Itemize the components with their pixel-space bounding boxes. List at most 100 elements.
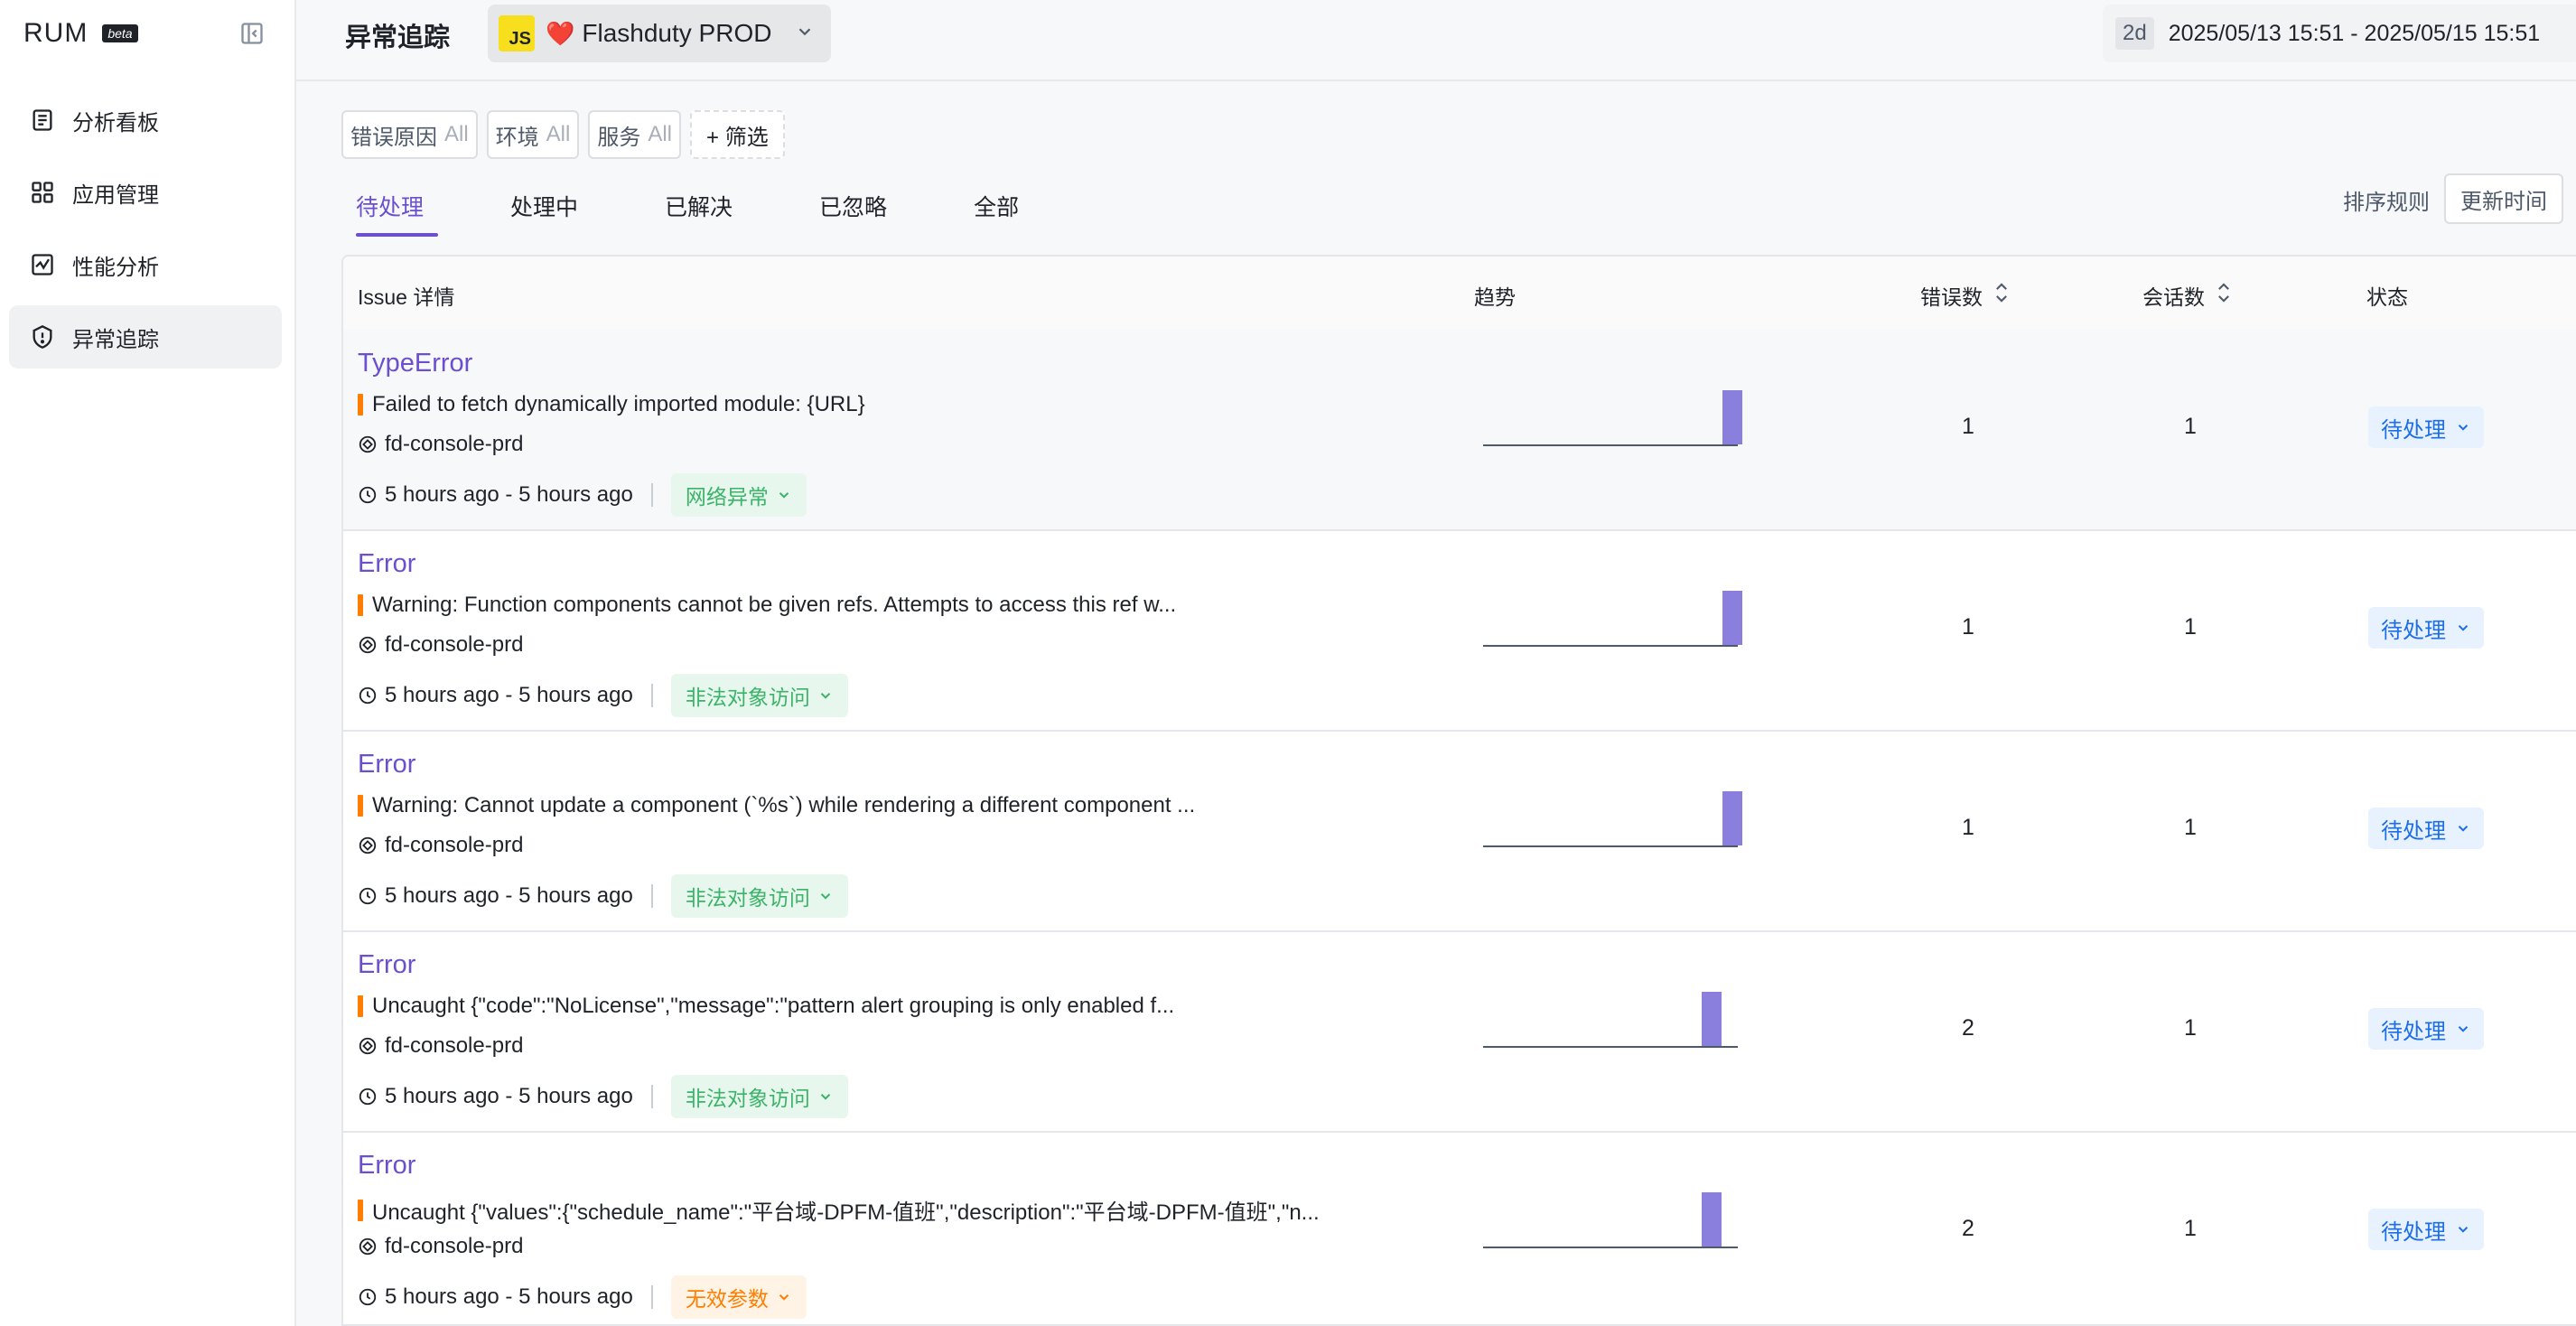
clock-icon	[358, 886, 378, 906]
error-category-tag[interactable]: 非法对象访问	[670, 1075, 848, 1118]
column-label: 错误数	[1920, 285, 1983, 309]
filter-environment[interactable]: 环境 All	[486, 110, 580, 159]
issue-message-text: Warning: Function components cannot be g…	[372, 593, 1177, 617]
trend-bar	[1702, 1192, 1722, 1247]
trend-sparkline	[1483, 784, 1742, 847]
time-range-picker[interactable]: 2d 2025/05/13 15:51 - 2025/05/15 15:51	[2103, 5, 2576, 62]
table-row[interactable]: Error Warning: Cannot update a component…	[343, 730, 2576, 932]
column-label: 状态	[2366, 285, 2408, 309]
issue-time: 5 hours ago - 5 hours ago 网络异常	[358, 473, 807, 517]
session-count: 1	[2184, 614, 2197, 640]
status-dropdown[interactable]: 待处理	[2368, 406, 2484, 448]
add-filter-button[interactable]: + 筛选	[690, 110, 785, 159]
tab-pending[interactable]: 待处理	[341, 177, 439, 237]
sidebar-item-dashboard[interactable]: 分析看板	[9, 89, 282, 152]
service-icon	[358, 1237, 378, 1256]
service-name: fd-console-prd	[385, 432, 524, 456]
performance-chart-icon	[27, 249, 58, 280]
issue-title[interactable]: Error	[358, 750, 415, 780]
service-name: fd-console-prd	[385, 1033, 524, 1058]
column-error-count[interactable]: 错误数	[1920, 280, 2010, 311]
tab-all[interactable]: 全部	[959, 177, 1033, 237]
shield-alert-icon	[27, 322, 58, 352]
issue-title[interactable]: TypeError	[358, 349, 472, 378]
error-category-tag[interactable]: 非法对象访问	[670, 674, 848, 717]
tab-in-progress[interactable]: 处理中	[496, 177, 593, 237]
issue-time: 5 hours ago - 5 hours ago 非法对象访问	[358, 1075, 848, 1118]
beta-badge: beta	[102, 24, 138, 42]
time-range-text: 2025/05/13 15:51 - 2025/05/15 15:51	[2168, 20, 2541, 46]
tab-ignored[interactable]: 已忽略	[805, 177, 901, 237]
error-count: 1	[1962, 815, 1974, 840]
sort-select[interactable]: 更新时间	[2444, 173, 2563, 224]
issue-message-text: Warning: Cannot update a component (`%s`…	[372, 793, 1196, 817]
chevron-down-icon	[817, 1088, 834, 1105]
column-label: 趋势	[1474, 285, 1516, 309]
chevron-down-icon	[776, 1289, 792, 1305]
filter-label: 服务	[597, 125, 641, 150]
filter-service[interactable]: 服务 All	[588, 110, 682, 159]
chevron-down-icon	[776, 487, 792, 503]
table-row[interactable]: Error Uncaught {"values":{"schedule_name…	[343, 1131, 2576, 1324]
sparkline-baseline	[1483, 645, 1738, 647]
service-icon	[358, 434, 378, 454]
sidebar-item-label: 应用管理	[72, 182, 159, 208]
clock-icon	[358, 1087, 378, 1107]
issue-title[interactable]: Error	[358, 950, 415, 980]
sidebar-nav: 分析看板 应用管理 性能分析 异常追踪	[9, 89, 282, 378]
app-name: Flashduty PROD	[582, 19, 772, 47]
filter-error-reason[interactable]: 错误原因 All	[341, 110, 478, 159]
sidebar-item-label: 性能分析	[72, 255, 159, 280]
sidebar: RUM beta 分析看板 应用管理 性能分析 异常追踪	[0, 0, 296, 1326]
status-dropdown[interactable]: 待处理	[2368, 1209, 2484, 1250]
app-selector[interactable]: JS ❤️ Flashduty PROD	[488, 5, 831, 62]
chevron-down-icon	[2455, 620, 2471, 636]
issue-message-text: Uncaught {"code":"NoLicense","message":"…	[372, 994, 1175, 1018]
trend-bar	[1702, 992, 1722, 1046]
clock-icon	[358, 485, 378, 505]
javascript-icon: JS	[499, 15, 535, 51]
time-range-text: 5 hours ago - 5 hours ago	[385, 883, 633, 908]
tag-label: 非法对象访问	[685, 686, 810, 709]
status-label: 待处理	[2381, 818, 2446, 844]
time-range-shortcut: 2d	[2115, 17, 2154, 50]
sidebar-item-apps[interactable]: 应用管理	[9, 161, 282, 224]
error-category-tag[interactable]: 网络异常	[670, 473, 807, 517]
table-row[interactable]: TypeError Failed to fetch dynamically im…	[343, 329, 2576, 531]
status-dropdown[interactable]: 待处理	[2368, 607, 2484, 649]
service-icon	[358, 836, 378, 855]
service-icon	[358, 1036, 378, 1056]
issue-title[interactable]: Error	[358, 1151, 415, 1181]
error-category-tag[interactable]: 无效参数	[670, 1275, 807, 1319]
column-trend: 趋势	[1474, 280, 1516, 311]
sidebar-item-issues[interactable]: 异常追踪	[9, 305, 282, 369]
divider	[650, 884, 653, 908]
tab-resolved[interactable]: 已解决	[650, 177, 747, 237]
session-count: 1	[2184, 414, 2197, 439]
error-count: 1	[1962, 614, 1974, 640]
divider	[650, 483, 653, 507]
status-dropdown[interactable]: 待处理	[2368, 1008, 2484, 1050]
collapse-sidebar-button[interactable]	[238, 20, 266, 47]
brand: RUM beta	[23, 18, 138, 49]
table-row[interactable]: Error Uncaught {"code":"NoLicense","mess…	[343, 930, 2576, 1133]
table-row[interactable]: Error Warning: Function components canno…	[343, 529, 2576, 732]
error-count: 2	[1962, 1216, 1974, 1241]
error-category-tag[interactable]: 非法对象访问	[670, 874, 848, 918]
trend-sparkline	[1483, 985, 1740, 1048]
clock-icon	[358, 686, 378, 705]
filter-value: All	[444, 122, 469, 146]
sparkline-baseline	[1483, 1247, 1738, 1248]
status-tabs: 待处理 处理中 已解决 已忽略 全部	[341, 177, 1091, 237]
tag-label: 无效参数	[685, 1287, 769, 1311]
sort-label: 排序规则	[2343, 191, 2430, 215]
sidebar-item-performance[interactable]: 性能分析	[9, 233, 282, 296]
status-dropdown[interactable]: 待处理	[2368, 808, 2484, 849]
column-session-count[interactable]: 会话数	[2142, 280, 2232, 311]
chevron-down-icon	[795, 22, 815, 46]
column-label: Issue 详情	[358, 285, 455, 309]
time-range-text: 5 hours ago - 5 hours ago	[385, 482, 633, 507]
trend-bar	[1722, 591, 1742, 645]
time-range-text: 5 hours ago - 5 hours ago	[385, 1084, 633, 1108]
issue-title[interactable]: Error	[358, 549, 415, 579]
